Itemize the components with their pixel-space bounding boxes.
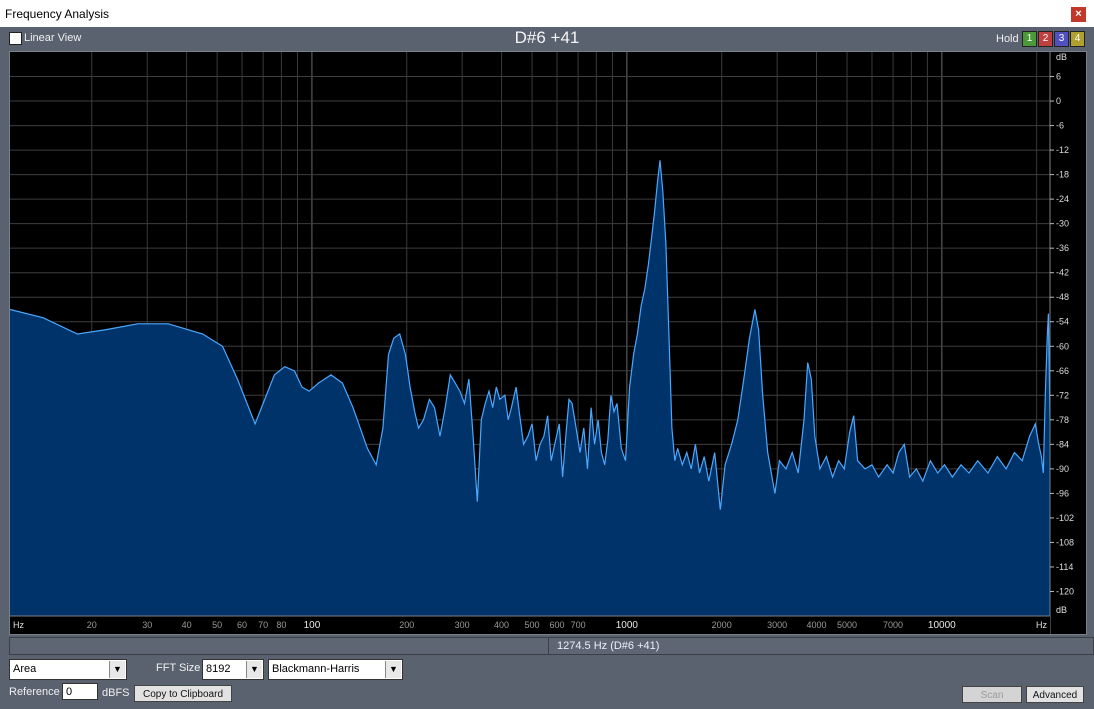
reference-input[interactable]: 0 (62, 683, 98, 700)
y-tick-label: -114 (1056, 562, 1073, 572)
scan-button[interactable]: Scan (962, 686, 1022, 703)
x-tick-label: 700 (571, 620, 586, 630)
readout-frequency: 1274.5 Hz (D#6 +41) (548, 637, 1094, 655)
y-tick-label: -54 (1056, 317, 1069, 327)
y-tick-label: -18 (1056, 170, 1069, 180)
y-tick-label: -12 (1056, 145, 1069, 155)
x-tick-label: 600 (549, 620, 564, 630)
x-tick-label: 10000 (928, 620, 956, 631)
spectrum-area (10, 160, 1050, 617)
fft-size-select[interactable]: 8192 ▼ (202, 659, 264, 680)
x-axis: 20 30 40 50 60 70 80 100 200 300 400 500 600 700 1000 2… (10, 615, 1050, 634)
reference-unit: dBFS (102, 687, 130, 699)
x-tick-label: 40 (182, 620, 192, 630)
y-tick-label: -6 (1056, 121, 1064, 131)
y-unit-top: dB (1056, 52, 1067, 62)
chevron-down-icon[interactable]: ▼ (109, 661, 125, 678)
x-tick-label: 80 (276, 620, 286, 630)
x-tick-label: 500 (525, 620, 540, 630)
y-tick-label: -42 (1056, 268, 1069, 278)
title-bar: Frequency Analysis × (0, 0, 1094, 27)
x-tick-label: 4000 (806, 620, 826, 630)
hold-button-3[interactable]: 3 (1054, 31, 1069, 47)
x-tick-label: 2000 (712, 620, 732, 630)
x-tick-label: 300 (455, 620, 470, 630)
x-tick-label: 100 (304, 620, 321, 631)
window-function-select[interactable]: Blackmann-Harris ▼ (268, 659, 403, 680)
y-tick-label: -96 (1056, 488, 1069, 498)
y-tick-label: 6 (1056, 72, 1061, 82)
display-mode-select[interactable]: Area ▼ (9, 659, 127, 680)
detected-note: D#6 +41 (514, 28, 580, 47)
x-tick-label: 400 (494, 620, 509, 630)
copy-to-clipboard-button[interactable]: Copy to Clipboard (134, 685, 232, 702)
x-tick-label: 70 (258, 620, 268, 630)
y-tick-label: -30 (1056, 219, 1069, 229)
x-tick-label: 1000 (616, 620, 639, 631)
fft-size-label: FFT Size (156, 662, 201, 674)
y-tick-label: -48 (1056, 292, 1069, 302)
y-tick-label: -60 (1056, 341, 1069, 351)
chevron-down-icon[interactable]: ▼ (246, 661, 262, 678)
display-mode-value: Area (13, 663, 37, 675)
spectrum-svg[interactable]: 60-6-12-18-24-30-36-42-48-54-60-66-72-78… (9, 52, 1086, 634)
y-tick-label: -24 (1056, 194, 1069, 204)
y-tick-label: -72 (1056, 390, 1069, 400)
x-unit-left: Hz (13, 620, 24, 630)
window-function-value: Blackmann-Harris (272, 663, 360, 675)
reference-label: Reference (9, 686, 60, 698)
x-tick-label: 7000 (883, 620, 903, 630)
top-bar: Linear View D#6 +41 Hold 1 2 3 4 (0, 27, 1094, 51)
x-unit-right: Hz (1036, 620, 1047, 630)
y-tick-label: -78 (1056, 415, 1069, 425)
y-tick-label: 0 (1056, 96, 1061, 106)
close-button[interactable]: × (1071, 7, 1086, 22)
fft-size-value: 8192 (206, 663, 231, 675)
hold-button-2[interactable]: 2 (1038, 31, 1053, 47)
y-tick-label: -84 (1056, 439, 1069, 449)
chevron-down-icon[interactable]: ▼ (385, 661, 401, 678)
y-tick-label: -120 (1056, 586, 1074, 596)
y-tick-label: -90 (1056, 464, 1069, 474)
hold-label: Hold (996, 33, 1019, 45)
readout-left (9, 637, 551, 655)
hold-button-1[interactable]: 1 (1022, 31, 1037, 47)
advanced-button[interactable]: Advanced (1026, 686, 1084, 703)
y-axis: 6 0 -6 -12 -18 -24 -30 -36 -42 -48 -54 -60 -66 -72 -78… (1049, 52, 1086, 634)
y-tick-label: -66 (1056, 366, 1069, 376)
y-unit-bottom: dB (1056, 605, 1067, 615)
x-tick-label: 3000 (767, 620, 787, 630)
x-tick-label: 60 (237, 620, 247, 630)
y-tick-label: -102 (1056, 513, 1074, 523)
x-tick-label: 5000 (837, 620, 857, 630)
x-tick-label: 30 (142, 620, 152, 630)
y-tick-label: -108 (1056, 537, 1074, 547)
window-title: Frequency Analysis (5, 7, 110, 21)
hold-button-4[interactable]: 4 (1070, 31, 1085, 47)
x-tick-label: 200 (399, 620, 414, 630)
spectrum-plot[interactable]: 6 0 -6 -12 -18 -24 -30 -36 -42 -48 -54 -60 -66 -72 -78… (9, 51, 1087, 635)
x-tick-label: 20 (87, 620, 97, 630)
y-tick-label: -36 (1056, 243, 1069, 253)
x-tick-label: 50 (212, 620, 222, 630)
